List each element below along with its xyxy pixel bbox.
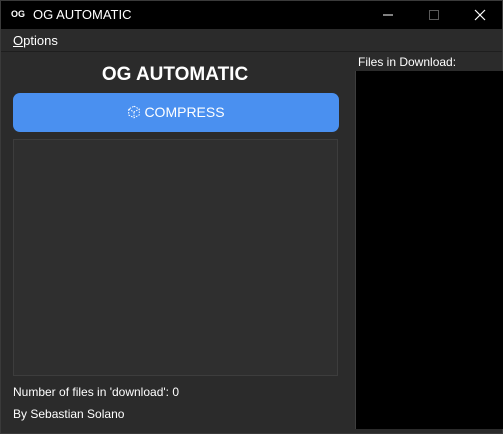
compress-label: COMPRESS <box>144 104 225 120</box>
cube-icon <box>128 105 141 119</box>
files-list[interactable] <box>355 71 503 429</box>
menu-bar: Options <box>1 29 502 52</box>
app-icon: OG <box>11 9 26 19</box>
close-icon <box>474 9 486 21</box>
maximize-icon <box>429 10 439 20</box>
files-list-label: Files in Download: <box>358 55 457 69</box>
close-button[interactable] <box>457 1 503 29</box>
output-log[interactable] <box>13 139 338 376</box>
menu-options-mnemonic: O <box>13 33 24 48</box>
menu-options-label: ptions <box>23 33 58 48</box>
title-bar[interactable]: OG OG AUTOMATIC <box>1 1 502 29</box>
minimize-icon <box>383 14 393 16</box>
author-label: By Sebastian Solano <box>13 407 125 421</box>
app-window: OG OG AUTOMATIC Options OG AUTOMATIC COM… <box>0 0 503 434</box>
maximize-button[interactable] <box>411 1 457 29</box>
menu-options[interactable]: Options <box>13 33 58 49</box>
window-title: OG AUTOMATIC <box>33 7 132 22</box>
file-count-label: Number of files in 'download': 0 <box>13 385 180 399</box>
page-title: OG AUTOMATIC <box>101 64 249 85</box>
minimize-button[interactable] <box>365 1 411 29</box>
compress-button-content: COMPRESS <box>13 104 339 121</box>
compress-button[interactable]: COMPRESS <box>13 93 339 132</box>
